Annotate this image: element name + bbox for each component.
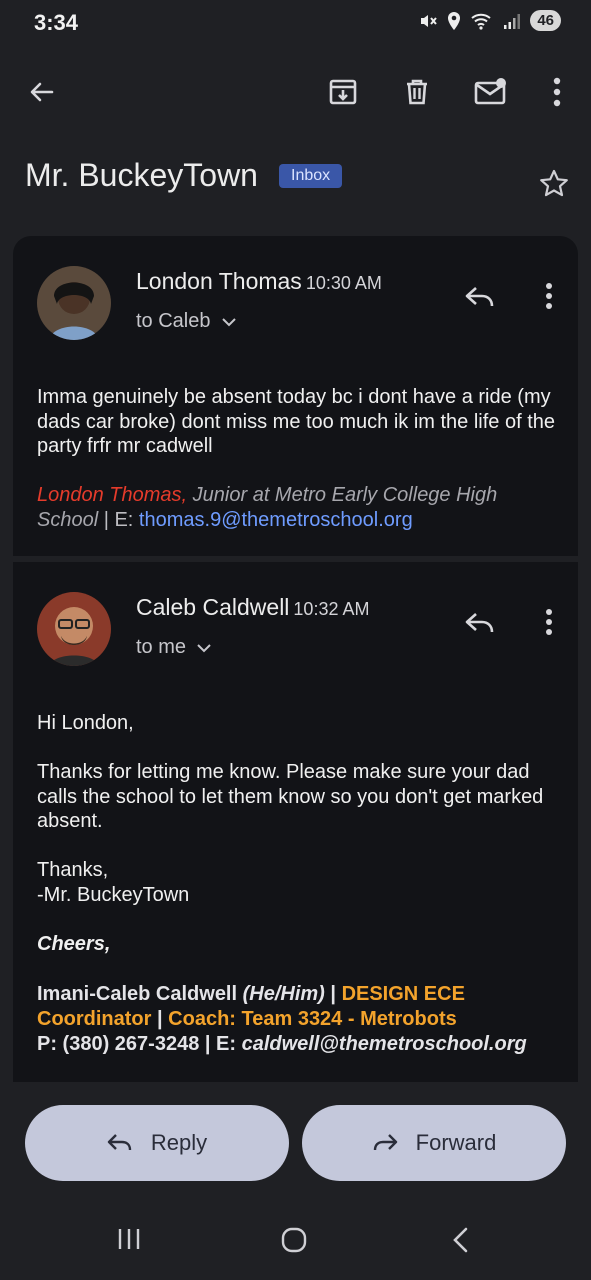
signature: London Thomas, Junior at Metro Early Col… bbox=[37, 483, 558, 532]
signature-email[interactable]: caldwell@themetroschool.org bbox=[242, 1033, 527, 1055]
signature-separator: | bbox=[324, 983, 342, 1005]
status-icons: 46 bbox=[418, 10, 561, 31]
battery-indicator: 46 bbox=[530, 10, 561, 31]
more-vert-icon[interactable] bbox=[544, 608, 554, 641]
sender-line: London Thomas 10:30 AM bbox=[136, 268, 382, 295]
status-time: 3:34 bbox=[34, 10, 79, 35]
recent-apps-icon[interactable] bbox=[116, 1226, 142, 1257]
recipient-label: to me bbox=[136, 636, 187, 658]
avatar[interactable] bbox=[37, 266, 111, 340]
back-icon[interactable] bbox=[450, 1226, 472, 1259]
chevron-down-icon bbox=[197, 643, 211, 652]
signature-name: London Thomas, bbox=[37, 484, 188, 506]
signature: Imani-Caleb Caldwell (He/Him) | DESIGN E… bbox=[37, 982, 562, 1057]
message-card: London Thomas 10:30 AM to Caleb Imma genu… bbox=[13, 236, 578, 556]
status-bar: 3:34 46 bbox=[0, 0, 591, 48]
signature-separator: | bbox=[151, 1008, 169, 1030]
recipient-label: to Caleb bbox=[136, 310, 211, 332]
home-icon[interactable] bbox=[280, 1226, 308, 1259]
forward-button-label: Forward bbox=[415, 1130, 497, 1155]
message-time: 10:32 AM bbox=[293, 599, 370, 619]
more-vert-icon[interactable] bbox=[544, 282, 554, 315]
email-link[interactable]: thomas.9@themetroschool.org bbox=[139, 509, 413, 531]
reply-icon[interactable] bbox=[464, 284, 496, 315]
sender-name: London Thomas bbox=[136, 268, 302, 294]
reply-icon bbox=[107, 1134, 132, 1151]
star-icon[interactable] bbox=[538, 168, 570, 205]
sender-line: Caleb Caldwell 10:32 AM bbox=[136, 594, 369, 621]
wifi-icon bbox=[471, 13, 491, 30]
recipient-toggle[interactable]: to me bbox=[136, 636, 212, 659]
recipient-toggle[interactable]: to Caleb bbox=[136, 310, 237, 333]
signature-pronouns: (He/Him) bbox=[242, 983, 325, 1005]
signature-separator: | E: bbox=[98, 508, 139, 531]
mute-icon bbox=[421, 14, 438, 27]
mark-unread-icon[interactable] bbox=[463, 62, 519, 122]
location-icon bbox=[448, 11, 461, 30]
message-body: Imma genuinely be absent today bc i dont… bbox=[37, 386, 555, 457]
inbox-label[interactable]: Inbox bbox=[279, 164, 343, 188]
trash-icon[interactable] bbox=[389, 62, 445, 122]
forward-icon bbox=[373, 1134, 397, 1151]
signal-icon bbox=[504, 13, 521, 29]
chevron-down-icon bbox=[221, 317, 236, 326]
subject-row: Mr. BuckeyTown Inbox bbox=[25, 152, 570, 212]
signature-cheers: Cheers, bbox=[37, 933, 111, 955]
arrow-left-icon[interactable] bbox=[14, 62, 70, 122]
sender-name: Caleb Caldwell bbox=[136, 594, 290, 620]
message-time: 10:30 AM bbox=[305, 273, 382, 293]
forward-button[interactable]: Forward bbox=[302, 1105, 566, 1181]
email-subject: Mr. BuckeyTown bbox=[25, 157, 258, 193]
message-body: Thanks for letting me know. Please make … bbox=[37, 761, 544, 832]
reply-icon[interactable] bbox=[464, 610, 496, 641]
archive-icon[interactable] bbox=[315, 62, 371, 122]
signature-name: Imani-Caleb Caldwell bbox=[37, 983, 243, 1005]
system-nav-bar bbox=[0, 1212, 591, 1276]
more-vert-icon[interactable] bbox=[529, 62, 585, 122]
reply-button-label: Reply bbox=[150, 1130, 208, 1155]
reply-button[interactable]: Reply bbox=[25, 1105, 289, 1181]
avatar[interactable] bbox=[37, 592, 111, 666]
message-greeting: Hi London, bbox=[37, 712, 134, 734]
toolbar bbox=[0, 62, 591, 122]
signature-phone: P: (380) 267-3248 | E: bbox=[37, 1033, 242, 1055]
signature-coach: Coach: Team 3324 - Metrobots bbox=[168, 1008, 457, 1030]
message-signoff: -Mr. BuckeyTown bbox=[37, 884, 190, 906]
message-card: Caleb Caldwell 10:32 AM to me Hi London, … bbox=[13, 562, 578, 1082]
message-closing: Thanks, bbox=[37, 859, 109, 881]
